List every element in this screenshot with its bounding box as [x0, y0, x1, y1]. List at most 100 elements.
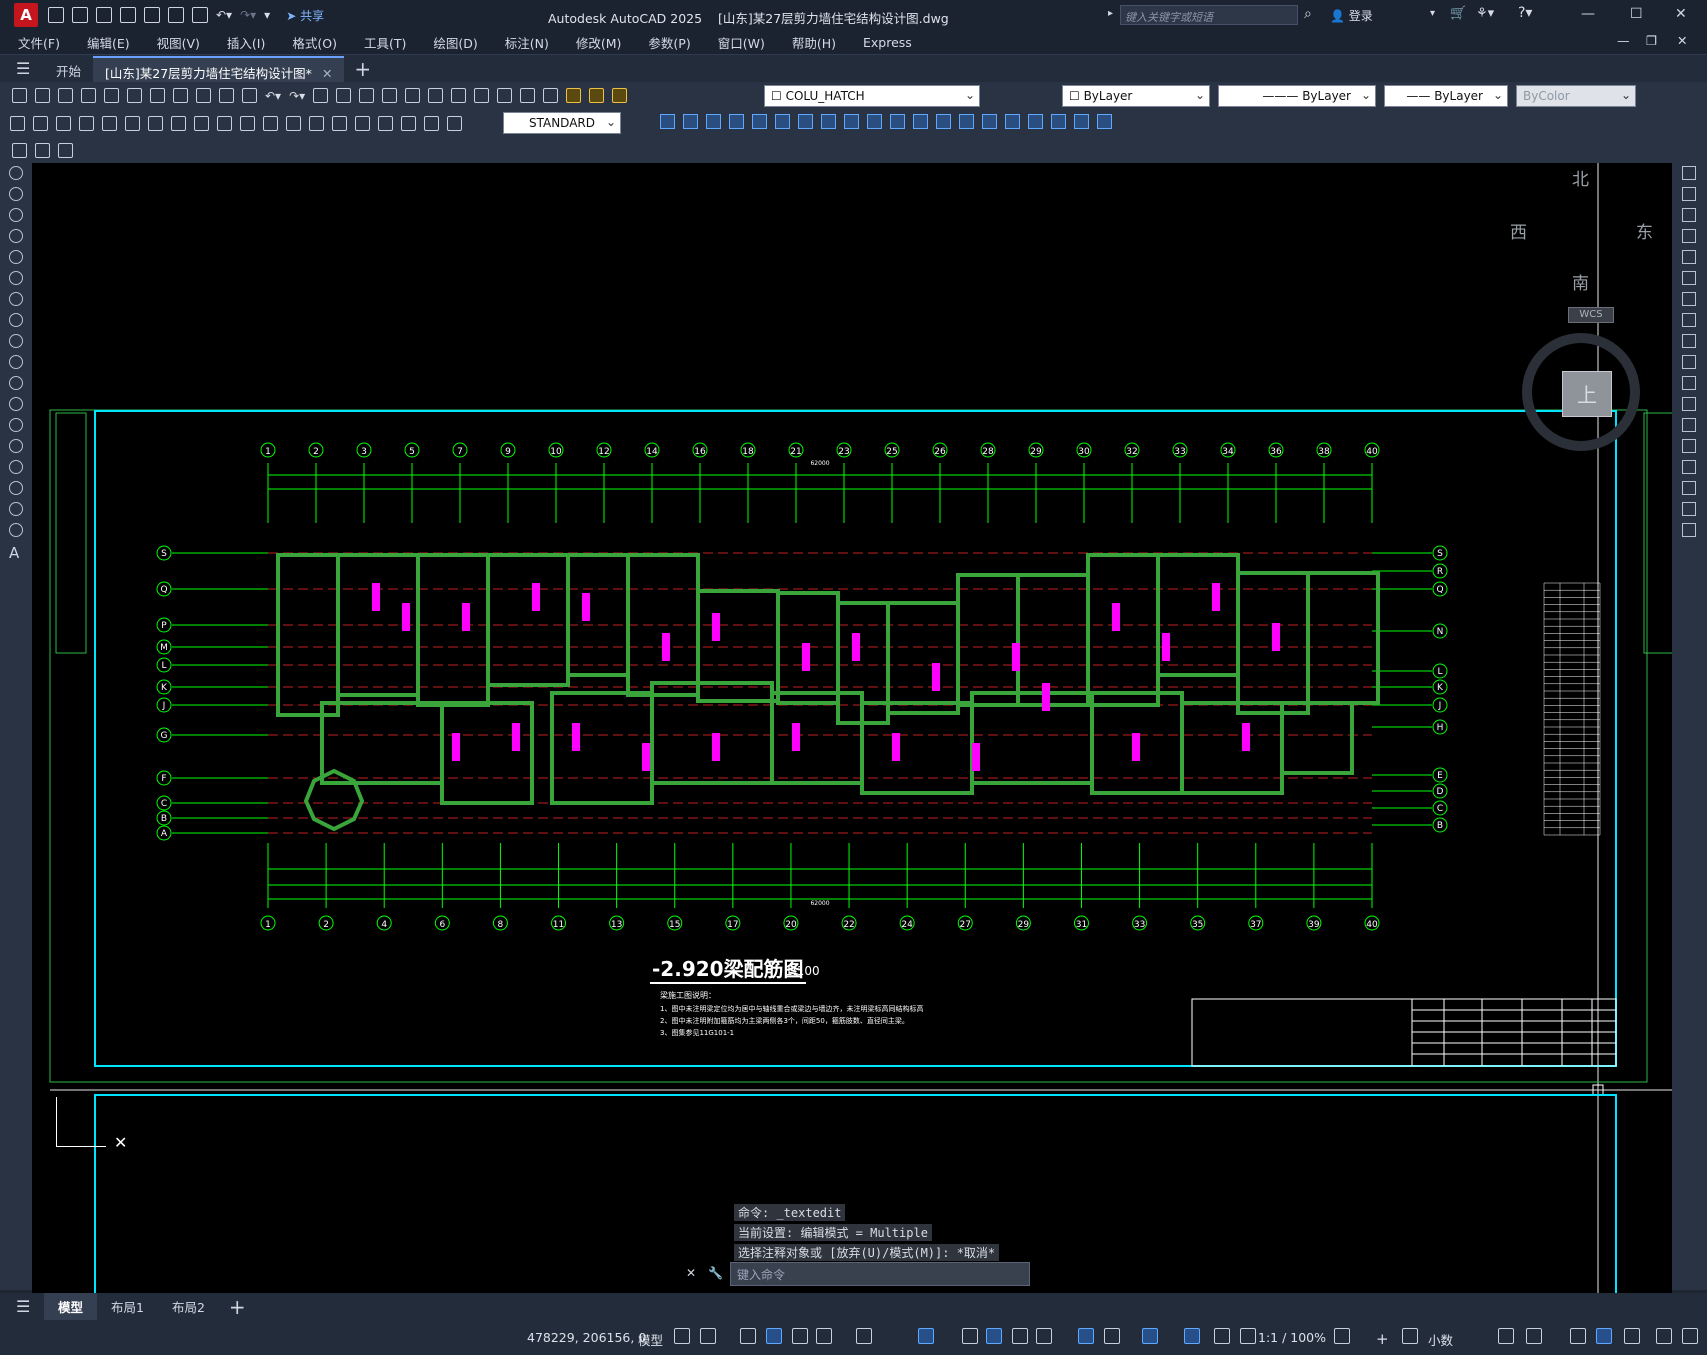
- clean-screen-icon[interactable]: [1624, 1328, 1640, 1344]
- copy-icon[interactable]: [1682, 187, 1696, 201]
- dimtedit-icon[interactable]: [424, 115, 439, 131]
- ellipse-icon[interactable]: [9, 355, 23, 369]
- arc-icon[interactable]: [9, 271, 23, 285]
- erase-icon[interactable]: [660, 114, 675, 129]
- share-button[interactable]: ➤ 共享: [286, 7, 324, 24]
- toolpalettes-icon[interactable]: [451, 88, 467, 103]
- coordinate-readout[interactable]: 478229, 206156, 0: [527, 1330, 646, 1345]
- wcs-menu[interactable]: WCS: [1568, 307, 1614, 323]
- fillet-icon[interactable]: [982, 114, 997, 129]
- join-icon[interactable]: [936, 114, 951, 129]
- dim-space-icon[interactable]: [263, 115, 278, 131]
- tab-document[interactable]: [山东]某27层剪力墙住宅结构设计图* ✕: [93, 55, 345, 82]
- menu-help[interactable]: 帮助(H): [792, 33, 836, 52]
- publish-icon[interactable]: [127, 88, 142, 103]
- undo-icon[interactable]: ↶▾: [265, 89, 281, 103]
- stretch-icon[interactable]: [844, 114, 859, 129]
- close-tab-icon[interactable]: ✕: [322, 66, 332, 81]
- workspace-gear-icon[interactable]: [1334, 1328, 1350, 1344]
- trim-icon[interactable]: [867, 114, 882, 129]
- isodraft-icon[interactable]: [856, 1328, 872, 1344]
- paste-icon[interactable]: [219, 88, 234, 103]
- undo-icon[interactable]: ↶▾: [216, 8, 232, 22]
- break-icon[interactable]: [1682, 418, 1696, 432]
- status-menu-icon[interactable]: [1682, 1328, 1698, 1344]
- tab-start[interactable]: 开始: [44, 56, 93, 82]
- menu-insert[interactable]: 插入(I): [227, 33, 265, 52]
- login-dropdown-icon[interactable]: ▾: [1430, 8, 1435, 19]
- array-icon[interactable]: [752, 114, 767, 129]
- mirror-icon[interactable]: [1682, 208, 1696, 222]
- dim-baseline-icon[interactable]: [217, 115, 232, 131]
- layout-menu-icon[interactable]: ☰: [16, 1297, 34, 1316]
- viewcube-east[interactable]: 东: [1636, 218, 1653, 243]
- break-icon[interactable]: [913, 114, 928, 129]
- polygon-icon[interactable]: [9, 229, 23, 243]
- table-icon[interactable]: [9, 523, 23, 537]
- array-icon[interactable]: [1682, 250, 1696, 264]
- menu-dimension[interactable]: 标注(N): [505, 33, 549, 52]
- auto-scale-icon[interactable]: [1214, 1328, 1230, 1344]
- customize-qat-icon[interactable]: ▾: [264, 8, 270, 22]
- offset-icon[interactable]: [1682, 229, 1696, 243]
- designcenter-icon[interactable]: [428, 88, 444, 103]
- fillet-icon[interactable]: [1682, 481, 1696, 495]
- menu-draw[interactable]: 绘图(D): [433, 33, 477, 52]
- customization-icon[interactable]: [1656, 1328, 1672, 1344]
- tab-model[interactable]: 模型: [44, 1293, 98, 1320]
- viewcube-top-face[interactable]: 上: [1562, 371, 1612, 417]
- close-commandline-icon[interactable]: ✕: [686, 1266, 696, 1280]
- infer-constraints-icon[interactable]: [740, 1328, 756, 1344]
- lock-ui-icon[interactable]: [1526, 1328, 1542, 1344]
- annotation-visibility-icon[interactable]: [1184, 1328, 1200, 1344]
- lineweight-dropdown[interactable]: —— ByLayer ⌄: [1384, 85, 1508, 107]
- login-button[interactable]: 👤 登录: [1330, 7, 1373, 24]
- selection-cycling-icon[interactable]: [1012, 1328, 1028, 1344]
- attribute-icon[interactable]: [1074, 114, 1089, 129]
- minimize-button[interactable]: —: [1581, 6, 1595, 22]
- zoom-previous-icon[interactable]: [382, 88, 398, 103]
- search-icon[interactable]: ⌕: [1304, 6, 1312, 22]
- redo-icon[interactable]: ↷▾: [240, 8, 256, 22]
- 3dprint-icon[interactable]: [150, 88, 165, 103]
- menu-express[interactable]: Express: [863, 35, 912, 50]
- hardware-acceleration-icon[interactable]: [1596, 1328, 1612, 1344]
- linetype-dropdown[interactable]: ——— ByLayer ⌄: [1218, 85, 1376, 107]
- close-button[interactable]: ✕: [1675, 6, 1687, 22]
- trim-icon[interactable]: [1682, 355, 1696, 369]
- dim-continue-icon[interactable]: [240, 115, 255, 131]
- doc-close-button[interactable]: ✕: [1677, 33, 1687, 48]
- chamfer-icon[interactable]: [959, 114, 974, 129]
- redo-icon[interactable]: ↷▾: [289, 89, 305, 103]
- chamfer-icon[interactable]: [1682, 460, 1696, 474]
- menu-tools[interactable]: 工具(T): [364, 33, 406, 52]
- rotate-icon[interactable]: [1682, 292, 1696, 306]
- units-dropdown[interactable]: 小数: [1428, 1330, 1453, 1349]
- menu-view[interactable]: 视图(V): [157, 33, 200, 52]
- viewcube-north[interactable]: 北: [1572, 165, 1589, 190]
- expand-search-icon[interactable]: ▸: [1108, 8, 1113, 19]
- menu-edit[interactable]: 编辑(E): [87, 33, 130, 52]
- autocad-logo[interactable]: A: [14, 3, 38, 27]
- move-icon[interactable]: [1682, 271, 1696, 285]
- copy-icon[interactable]: [196, 88, 211, 103]
- publish-icon[interactable]: [168, 7, 184, 23]
- center-mark-icon[interactable]: [332, 115, 347, 131]
- inspect-icon[interactable]: [355, 115, 370, 131]
- drawing-canvas[interactable]: 1 2 3 5 7 9 10 12 14 16 18 21 23 25 26 28 29 30 32 33 34 36 38…: [32, 163, 1672, 1293]
- save-icon[interactable]: [96, 7, 112, 23]
- help-icon[interactable]: ?▾: [1518, 5, 1532, 21]
- scale-icon[interactable]: [821, 114, 836, 129]
- open-icon[interactable]: [72, 7, 88, 23]
- viewcube[interactable]: 上: [1522, 333, 1640, 451]
- drawing-svg[interactable]: 1 2 3 5 7 9 10 12 14 16 18 21 23 25 26 28 29 30 32 33 34 36 38…: [32, 163, 1672, 1293]
- block-insert-icon[interactable]: [1028, 114, 1043, 129]
- qdim-icon[interactable]: [194, 115, 209, 131]
- circle-icon[interactable]: [9, 292, 23, 306]
- ellipse-arc-icon[interactable]: [9, 376, 23, 390]
- dim-radius-icon[interactable]: [102, 115, 117, 131]
- menu-modify[interactable]: 修改(M): [576, 33, 622, 52]
- pan-icon[interactable]: [313, 88, 329, 103]
- layer-freeze-icon[interactable]: [589, 88, 605, 103]
- viewcube-south[interactable]: 南: [1572, 269, 1589, 294]
